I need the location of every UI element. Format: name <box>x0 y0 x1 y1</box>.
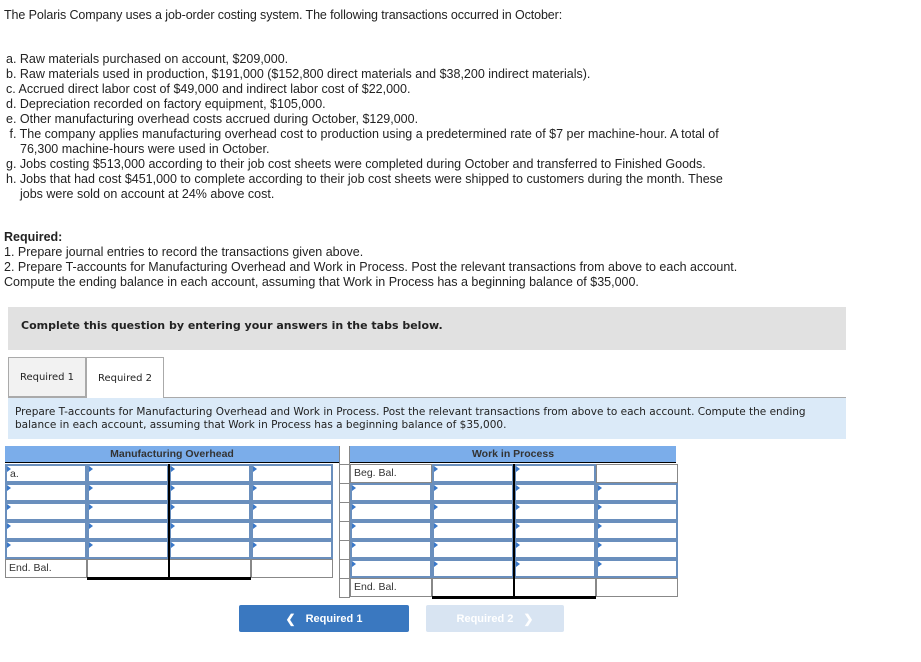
mo-entry-cell[interactable] <box>5 540 87 559</box>
mo-end-bal-credit[interactable] <box>169 559 251 578</box>
wip-beg-bal-label: Beg. Bal. <box>350 464 432 483</box>
instruction-text: Complete this question by entering your … <box>21 319 443 332</box>
separator-row-line <box>339 578 350 579</box>
row-label: End. Bal. <box>354 581 397 593</box>
mo-entry-cell[interactable] <box>87 521 169 540</box>
prev-required-1-button[interactable]: ❮ Required 1 <box>239 605 409 632</box>
transaction-g: g. Jobs costing $513,000 according to th… <box>6 157 706 171</box>
wip-entry-cell[interactable] <box>350 521 432 540</box>
chevron-right-icon: ❯ <box>523 611 534 626</box>
wip-entry-cell[interactable] <box>350 559 432 578</box>
wip-entry-cell[interactable] <box>514 483 596 502</box>
transaction-h: h. Jobs that had cost $451,000 to comple… <box>6 172 723 201</box>
required-item-2-cont: Compute the ending balance in each accou… <box>4 275 639 289</box>
mo-entry-cell[interactable] <box>169 483 251 502</box>
tab-required-2[interactable]: Required 2 <box>86 357 164 398</box>
transaction-d: d. Depreciation recorded on factory equi… <box>6 97 326 111</box>
separator-row-line <box>339 559 350 560</box>
transaction-b: b. Raw materials used in production, $19… <box>6 67 591 81</box>
transaction-list: a. Raw materials purchased on account, $… <box>6 52 786 202</box>
mo-entry-cell[interactable] <box>5 521 87 540</box>
wip-entry-cell[interactable] <box>432 559 514 578</box>
mo-end-bal-label: End. Bal. <box>5 559 87 578</box>
transaction-e: e. Other manufacturing overhead costs ac… <box>6 112 419 126</box>
mo-entry-cell[interactable] <box>87 540 169 559</box>
wip-end-bal-credit[interactable] <box>514 578 596 597</box>
problem-intro: The Polaris Company uses a job-order cos… <box>4 8 563 22</box>
mo-entry-cell[interactable] <box>251 483 333 502</box>
row-label: Beg. Bal. <box>354 467 397 479</box>
separator-row-line <box>339 597 350 598</box>
wip-entry-cell[interactable] <box>432 540 514 559</box>
mo-entry-cell[interactable] <box>87 502 169 521</box>
wip-entry-cell[interactable] <box>596 559 678 578</box>
next-required-2-button: Required 2 ❯ <box>426 605 564 632</box>
wip-entry-cell[interactable] <box>350 502 432 521</box>
mo-end-bal-spacer <box>251 559 333 578</box>
instruction-bar: Complete this question by entering your … <box>8 307 846 350</box>
wip-entry-cell[interactable] <box>514 540 596 559</box>
mo-entry-cell[interactable] <box>251 540 333 559</box>
wip-entry-cell[interactable] <box>350 540 432 559</box>
separator-row-line <box>339 502 350 503</box>
required-item-2: 2. Prepare T-accounts for Manufacturing … <box>4 260 738 274</box>
mo-entry-cell[interactable] <box>169 464 251 483</box>
required-title: Required: <box>4 230 63 244</box>
wip-beg-bal-debit[interactable] <box>432 464 514 483</box>
wip-entry-cell[interactable] <box>514 521 596 540</box>
row-label: a. <box>10 468 19 480</box>
wip-end-bal-debit[interactable] <box>432 578 514 597</box>
mo-entry-cell[interactable] <box>169 502 251 521</box>
wip-entry-cell[interactable] <box>596 521 678 540</box>
wip-end-bal-label: End. Bal. <box>350 578 432 597</box>
wip-entry-cell[interactable] <box>432 521 514 540</box>
tab-required-1[interactable]: Required 1 <box>8 357 86 397</box>
mo-t-divider <box>168 464 170 578</box>
wip-entry-cell[interactable] <box>596 483 678 502</box>
separator-row-line <box>339 483 350 484</box>
mo-entry-cell[interactable]: a. <box>5 464 87 483</box>
wip-entry-cell[interactable] <box>432 502 514 521</box>
manufacturing-overhead-header: Manufacturing Overhead <box>5 446 339 463</box>
wip-entry-cell[interactable] <box>350 483 432 502</box>
mo-entry-cell[interactable] <box>251 521 333 540</box>
mo-entry-cell[interactable] <box>251 464 333 483</box>
wip-end-bal-spacer <box>596 578 678 597</box>
wip-beg-bal-credit[interactable] <box>514 464 596 483</box>
tab-prompt: Prepare T-accounts for Manufacturing Ove… <box>8 397 846 439</box>
separator-row-line <box>339 540 350 541</box>
separator-row-line <box>339 521 350 522</box>
mo-entry-cell[interactable] <box>87 464 169 483</box>
wip-t-divider <box>513 464 515 597</box>
wip-beg-bal-spacer <box>596 464 678 483</box>
mo-entry-cell[interactable] <box>87 483 169 502</box>
wip-entry-cell[interactable] <box>514 559 596 578</box>
mo-entry-cell[interactable] <box>251 502 333 521</box>
wip-entry-cell[interactable] <box>514 502 596 521</box>
separator-row-line <box>339 464 350 465</box>
chevron-left-icon: ❮ <box>285 611 296 626</box>
wip-entry-cell[interactable] <box>596 502 678 521</box>
transaction-a: a. Raw materials purchased on account, $… <box>6 52 289 66</box>
required-section: Required: 1. Prepare journal entries to … <box>4 230 794 290</box>
wip-entry-cell[interactable] <box>596 540 678 559</box>
required-item-1: 1. Prepare journal entries to record the… <box>4 245 364 259</box>
mo-entry-cell[interactable] <box>5 502 87 521</box>
work-in-process-header: Work in Process <box>350 446 676 463</box>
transaction-f: f. The company applies manufacturing ove… <box>6 127 719 156</box>
mo-entry-cell[interactable] <box>169 540 251 559</box>
prompt-text: Prepare T-accounts for Manufacturing Ove… <box>15 406 806 431</box>
mo-entry-cell[interactable] <box>169 521 251 540</box>
wip-entry-cell[interactable] <box>432 483 514 502</box>
row-label: End. Bal. <box>9 562 52 574</box>
mo-end-bal-debit[interactable] <box>87 559 169 578</box>
transaction-c: c. Accrued direct labor cost of $49,000 … <box>6 82 411 96</box>
mo-entry-cell[interactable] <box>5 483 87 502</box>
